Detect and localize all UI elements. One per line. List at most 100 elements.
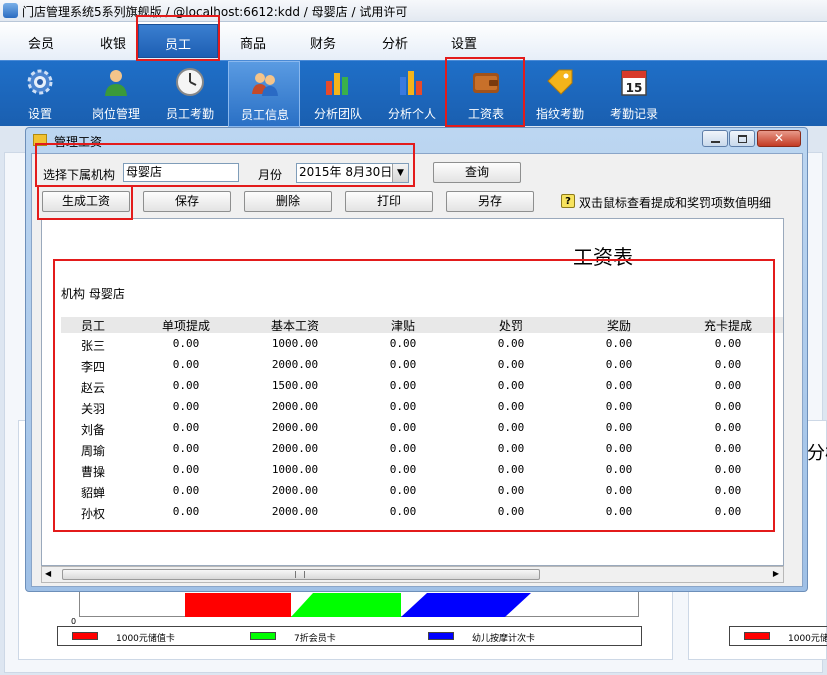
scrollbar-thumb[interactable] — [62, 569, 540, 580]
cell-base-salary: 1000.00 — [271, 463, 319, 476]
minimize-button[interactable] — [702, 130, 728, 147]
query-button[interactable]: 查询 — [433, 162, 521, 183]
cell-card-commission: 0.00 — [714, 337, 742, 350]
table-row[interactable]: 赵云 0.00 1500.00 0.00 0.00 0.00 0.00 — [42, 377, 783, 397]
col-header-card-commission: 充卡提成 — [703, 319, 752, 333]
tool-team-analysis[interactable]: 分析团队 — [302, 61, 374, 127]
cell-allowance: 0.00 — [389, 421, 417, 434]
tool-attendance-records[interactable]: 15 考勤记录 — [598, 61, 670, 127]
menu-analysis[interactable]: 分析 — [382, 33, 408, 52]
cell-bonus: 0.00 — [605, 358, 633, 371]
bar-chart-icon — [326, 73, 348, 95]
legend-swatch-green — [250, 632, 276, 640]
folder-icon — [33, 134, 47, 146]
table-row[interactable]: 关羽 0.00 2000.00 0.00 0.00 0.00 0.00 — [42, 398, 783, 418]
cell-bonus: 0.00 — [605, 421, 633, 434]
cell-card-commission: 0.00 — [714, 442, 742, 455]
menu-settings[interactable]: 设置 — [451, 33, 477, 52]
cell-employee: 周瑜 — [80, 444, 105, 458]
month-value: 2015年 8月30日 — [299, 165, 393, 179]
table-row[interactable]: 曹操 0.00 1000.00 0.00 0.00 0.00 0.00 — [42, 461, 783, 481]
col-header-commission: 单项提成 — [161, 319, 210, 333]
cell-commission: 0.00 — [172, 442, 200, 455]
cell-card-commission: 0.00 — [714, 421, 742, 434]
cell-commission: 0.00 — [172, 358, 200, 371]
cell-employee: 赵云 — [80, 381, 105, 395]
table-row[interactable]: 貂蝉 0.00 2000.00 0.00 0.00 0.00 0.00 — [42, 482, 783, 502]
month-picker[interactable]: 2015年 8月30日 ▼ — [296, 163, 409, 183]
payroll-report[interactable]: 工资表 机构 母婴店 员工 单项提成 基本工资 津贴 处罚 奖励 充卡提成 张三… — [41, 218, 784, 566]
tool-attendance-records-label: 考勤记录 — [609, 107, 658, 121]
cell-commission: 0.00 — [172, 400, 200, 413]
cell-base-salary: 2000.00 — [271, 484, 319, 497]
tool-attendance-label: 员工考勤 — [165, 107, 214, 121]
cell-penalty: 0.00 — [497, 442, 525, 455]
save-button[interactable]: 保存 — [143, 191, 231, 212]
person-icon — [105, 70, 127, 96]
cell-card-commission: 0.00 — [714, 379, 742, 392]
maximize-button[interactable] — [729, 130, 755, 147]
org-field[interactable]: 母婴店 — [123, 163, 239, 182]
generate-payroll-button[interactable]: 生成工资 — [42, 191, 130, 212]
month-label: 月份 — [258, 168, 283, 182]
tool-payroll[interactable]: 工资表 — [450, 61, 522, 127]
close-button[interactable]: ✕ — [757, 130, 801, 147]
bg-bar-red — [185, 593, 291, 617]
tool-staff-info[interactable]: 员工信息 — [228, 61, 300, 127]
chevron-down-icon: ▼ — [397, 168, 404, 178]
cell-card-commission: 0.00 — [714, 358, 742, 371]
bg-legend-right: 1000元储 — [729, 626, 827, 646]
menu-finance[interactable]: 财务 — [310, 33, 336, 52]
col-header-bonus: 奖励 — [606, 319, 631, 333]
tool-settings-label: 设置 — [27, 107, 52, 121]
cell-base-salary: 2000.00 — [271, 421, 319, 434]
menu-cashier[interactable]: 收银 — [100, 33, 126, 52]
tool-settings[interactable]: 设置 — [4, 61, 76, 127]
cell-penalty: 0.00 — [497, 379, 525, 392]
cell-commission: 0.00 — [172, 505, 200, 518]
tool-fingerprint-label: 指纹考勤 — [535, 107, 584, 121]
table-row[interactable]: 李四 0.00 2000.00 0.00 0.00 0.00 0.00 — [42, 356, 783, 376]
legend-swatch-red — [72, 632, 98, 640]
col-header-allowance: 津贴 — [390, 319, 415, 333]
cell-base-salary: 2000.00 — [271, 358, 319, 371]
table-row[interactable]: 刘备 0.00 2000.00 0.00 0.00 0.00 0.00 — [42, 419, 783, 439]
scroll-right-icon[interactable]: ▶ — [773, 569, 779, 578]
report-org: 机构 母婴店 — [61, 287, 125, 301]
table-row[interactable]: 张三 0.00 1000.00 0.00 0.00 0.00 0.00 — [42, 335, 783, 355]
save-as-button[interactable]: 另存 — [446, 191, 534, 212]
cell-employee: 孙权 — [80, 507, 105, 521]
cell-card-commission: 0.00 — [714, 484, 742, 497]
scroll-left-icon[interactable]: ◀ — [45, 569, 51, 578]
cell-card-commission: 0.00 — [714, 400, 742, 413]
cell-allowance: 0.00 — [389, 400, 417, 413]
cell-allowance: 0.00 — [389, 337, 417, 350]
delete-button[interactable]: 删除 — [244, 191, 332, 212]
menu-goods[interactable]: 商品 — [240, 33, 266, 52]
bg-legend: 1000元储值卡 7折会员卡 幼儿按摩计次卡 — [57, 626, 642, 646]
calendar-icon: 15 — [621, 70, 647, 96]
month-dropdown-button[interactable]: ▼ — [392, 164, 408, 182]
tool-fingerprint[interactable]: 指纹考勤 — [524, 61, 596, 127]
tool-personal-analysis[interactable]: 分析个人 — [376, 61, 448, 127]
menu-member[interactable]: 会员 — [28, 33, 54, 52]
cell-bonus: 0.00 — [605, 484, 633, 497]
tool-positions[interactable]: 岗位管理 — [80, 61, 152, 127]
col-header-base-salary: 基本工资 — [270, 319, 319, 333]
horizontal-scrollbar[interactable]: ◀ ▶ — [41, 566, 784, 583]
menu-staff[interactable]: 员工 — [138, 24, 218, 58]
tool-attendance[interactable]: 员工考勤 — [154, 61, 226, 127]
wallet-icon — [473, 73, 499, 93]
grip-icon — [295, 571, 305, 578]
cell-base-salary: 2000.00 — [271, 442, 319, 455]
cell-allowance: 0.00 — [389, 358, 417, 371]
bg-axis-zero: 0 — [71, 617, 77, 626]
print-button[interactable]: 打印 — [345, 191, 433, 212]
cell-base-salary: 2000.00 — [271, 505, 319, 518]
cell-bonus: 0.00 — [605, 400, 633, 413]
menu-bar: 会员 收银 员工 商品 财务 分析 设置 — [0, 22, 827, 60]
legend-right-label: 1000元储 — [788, 634, 827, 644]
table-row[interactable]: 孙权 0.00 2000.00 0.00 0.00 0.00 0.00 — [42, 503, 783, 523]
window-title: 门店管理系统5系列旗舰版 / @localhost:6612:kdd / 母婴店… — [22, 5, 408, 19]
table-row[interactable]: 周瑜 0.00 2000.00 0.00 0.00 0.00 0.00 — [42, 440, 783, 460]
